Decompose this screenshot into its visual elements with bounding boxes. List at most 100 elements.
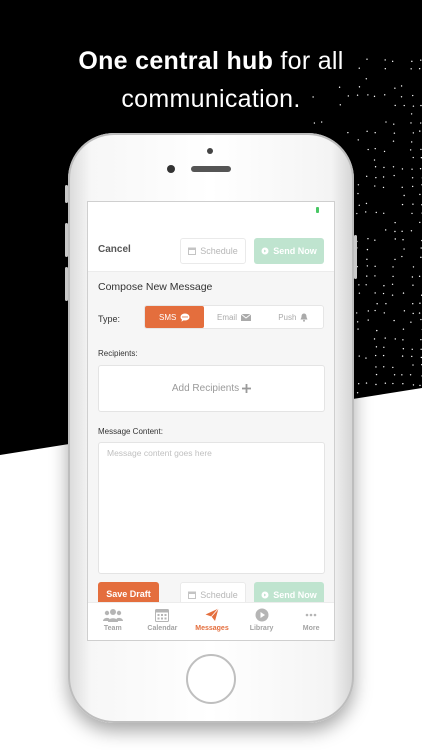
decor-dot bbox=[411, 177, 414, 179]
front-camera bbox=[167, 165, 175, 173]
decor-dot bbox=[420, 338, 422, 341]
decor-dot bbox=[365, 357, 367, 359]
headline-rest: for all bbox=[280, 47, 344, 75]
decor-dot bbox=[412, 203, 414, 205]
send-icon bbox=[261, 247, 269, 255]
decor-dot bbox=[383, 285, 385, 287]
message-content-input[interactable]: Message content goes here bbox=[98, 442, 325, 574]
decor-dot bbox=[384, 229, 387, 231]
bottom-tab-bar: Team Calendar Messages Library More bbox=[88, 602, 334, 640]
decor-dot bbox=[402, 292, 405, 294]
decor-dot bbox=[412, 364, 414, 366]
decor-dot bbox=[355, 312, 358, 314]
decor-dot bbox=[391, 283, 394, 285]
message-type-selector: SMS Email Push bbox=[144, 305, 324, 329]
chat-bubble-icon bbox=[180, 313, 190, 322]
send-now-label-bottom: Send Now bbox=[273, 590, 317, 600]
decor-dot bbox=[365, 202, 368, 205]
decor-dot bbox=[382, 176, 385, 178]
decor-dot bbox=[374, 275, 376, 277]
send-now-label: Send Now bbox=[273, 246, 317, 256]
decor-dot bbox=[418, 275, 421, 278]
tab-library-label: Library bbox=[249, 625, 274, 632]
decor-dot bbox=[385, 121, 387, 123]
decor-dot bbox=[383, 166, 385, 169]
team-icon bbox=[102, 609, 123, 622]
tab-team-label: Team bbox=[103, 625, 122, 632]
decor-dot bbox=[374, 147, 376, 150]
send-icon bbox=[261, 591, 269, 599]
calendar-icon bbox=[155, 609, 170, 622]
decor-dot bbox=[374, 239, 376, 241]
envelope-icon bbox=[241, 313, 251, 321]
headline: One central hub for all communication. bbox=[0, 42, 422, 118]
decor-dot bbox=[412, 384, 415, 386]
decor-dot bbox=[420, 318, 422, 321]
decor-dot bbox=[412, 132, 415, 134]
decor-dot bbox=[418, 312, 421, 314]
send-now-button-top[interactable]: Send Now bbox=[254, 238, 324, 264]
decor-dot bbox=[401, 374, 403, 376]
decor-dot bbox=[358, 355, 360, 357]
home-button[interactable] bbox=[186, 654, 236, 704]
decor-dot bbox=[419, 130, 421, 132]
decor-dot bbox=[420, 256, 422, 259]
decor-dot bbox=[410, 230, 413, 232]
decor-dot bbox=[357, 383, 360, 385]
decor-dot bbox=[411, 185, 414, 188]
type-push-option[interactable]: Push bbox=[264, 306, 323, 328]
decor-dot bbox=[384, 382, 387, 384]
decor-dot bbox=[412, 266, 415, 268]
cancel-button[interactable]: Cancel bbox=[98, 244, 131, 255]
decor-dot bbox=[401, 186, 403, 189]
decor-dot bbox=[392, 382, 394, 385]
decor-dot bbox=[401, 168, 404, 170]
decor-dot bbox=[412, 303, 414, 305]
decor-dot bbox=[367, 238, 369, 240]
add-recipients-button[interactable]: Add Recipients bbox=[98, 365, 325, 412]
schedule-label-bottom: Schedule bbox=[200, 590, 238, 600]
schedule-button-top[interactable]: Schedule bbox=[180, 238, 246, 264]
tab-calendar[interactable]: Calendar bbox=[138, 603, 188, 640]
headline-line2: communication. bbox=[121, 85, 301, 113]
decor-dot bbox=[394, 258, 396, 261]
decor-dot bbox=[385, 303, 387, 305]
decor-dot bbox=[409, 149, 412, 151]
type-sms-option[interactable]: SMS bbox=[145, 306, 205, 328]
tab-library[interactable]: Library bbox=[237, 603, 287, 640]
decor-dot bbox=[403, 310, 406, 312]
tab-messages-label: Messages bbox=[195, 625, 229, 632]
compose-form: Compose New Message Type: SMS Email Push… bbox=[88, 272, 334, 602]
decor-dot bbox=[401, 203, 404, 206]
decor-dot bbox=[411, 168, 413, 170]
decor-dot bbox=[419, 221, 421, 224]
tab-team[interactable]: Team bbox=[88, 603, 138, 640]
decor-dot bbox=[367, 310, 370, 312]
schedule-label: Schedule bbox=[200, 246, 238, 256]
decor-dot bbox=[358, 284, 360, 286]
paper-plane-icon bbox=[205, 608, 219, 621]
decor-dot bbox=[411, 212, 413, 215]
decor-dot bbox=[420, 122, 422, 124]
decor-dot bbox=[394, 238, 396, 240]
decor-dot bbox=[374, 309, 376, 312]
top-nav-bar: Cancel Schedule Send Now bbox=[88, 234, 334, 272]
decor-dot bbox=[392, 266, 394, 268]
type-email-option[interactable]: Email bbox=[204, 306, 263, 328]
decor-dot bbox=[374, 292, 376, 294]
decor-dot bbox=[419, 168, 422, 170]
decor-dot bbox=[403, 248, 405, 250]
tab-more[interactable]: More bbox=[286, 603, 334, 640]
decor-dot bbox=[402, 339, 404, 341]
decor-dot bbox=[376, 329, 378, 332]
decor-dot bbox=[393, 123, 395, 125]
decor-dot bbox=[410, 122, 412, 124]
decor-dot bbox=[374, 185, 376, 187]
tab-messages[interactable]: Messages bbox=[187, 603, 237, 640]
calendar-icon bbox=[188, 247, 197, 255]
decor-dot bbox=[376, 303, 378, 305]
decor-dot bbox=[412, 312, 414, 315]
decor-dot bbox=[393, 132, 396, 134]
decor-dot bbox=[420, 148, 422, 151]
decor-dot bbox=[393, 319, 395, 322]
